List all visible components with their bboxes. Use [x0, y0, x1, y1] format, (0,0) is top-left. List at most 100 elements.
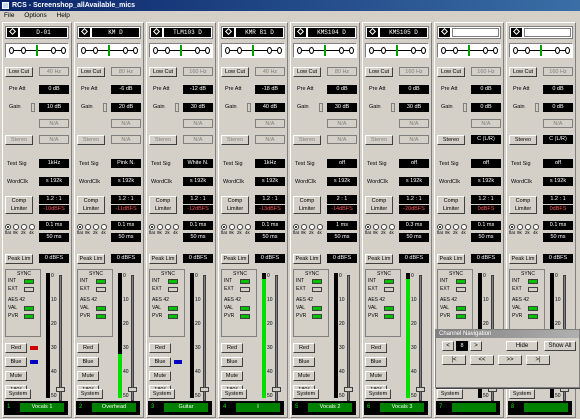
peak-lim-button[interactable]: Peak Lim [293, 254, 321, 264]
filter-radio-group[interactable]: flat 9k 2k 4k [77, 224, 139, 236]
polar-pattern-slider[interactable] [437, 43, 501, 58]
gain-stepper[interactable] [247, 103, 251, 112]
fader-knob[interactable] [128, 387, 137, 392]
gain-stepper[interactable] [319, 103, 323, 112]
stereo-button[interactable]: Stereo [365, 135, 393, 145]
test-sig-value[interactable]: off [471, 159, 501, 168]
test-sig-value[interactable]: Pink N. [111, 159, 141, 168]
test-sig-value[interactable]: 1kHz [255, 159, 285, 168]
gain-stepper[interactable] [175, 103, 179, 112]
blue-button[interactable]: Blue [5, 357, 27, 367]
word-clk-value[interactable]: s 192k [255, 177, 285, 186]
fader-knob[interactable] [56, 387, 65, 392]
system-button[interactable]: System [221, 389, 247, 399]
nav-page-field[interactable]: 8 [456, 341, 468, 351]
nav-prev-button[interactable]: < [442, 341, 454, 351]
filter-radio-group[interactable]: flat 9k 2k 4k [221, 224, 283, 236]
low-cut-button[interactable]: Low Cut [365, 67, 393, 77]
fader-track[interactable] [59, 275, 62, 401]
polar-pattern-slider[interactable] [149, 43, 213, 58]
test-sig-value[interactable]: off [543, 159, 573, 168]
mute-button[interactable]: Mute [365, 371, 387, 381]
mute-button[interactable]: Mute [149, 371, 171, 381]
word-clk-value[interactable]: s 192k [399, 177, 429, 186]
system-button[interactable]: System [149, 389, 175, 399]
blue-button[interactable]: Blue [77, 357, 99, 367]
stereo-button[interactable]: Stereo [5, 135, 33, 145]
word-clk-value[interactable]: s 192k [111, 177, 141, 186]
nav-back-button[interactable]: << [470, 355, 494, 365]
fader-knob[interactable] [344, 387, 353, 392]
peak-lim-button[interactable]: Peak Lim [77, 254, 105, 264]
nav-next-button[interactable]: > [470, 341, 482, 351]
slider-handle[interactable] [252, 45, 254, 56]
fader-track[interactable] [419, 275, 422, 401]
fader-track[interactable] [203, 275, 206, 401]
low-cut-button[interactable]: Low Cut [293, 67, 321, 77]
low-cut-button[interactable]: Low Cut [437, 67, 465, 77]
polar-pattern-slider[interactable] [365, 43, 429, 58]
slider-handle[interactable] [108, 45, 110, 56]
slider-handle[interactable] [36, 45, 38, 56]
peak-lim-button[interactable]: Peak Lim [437, 254, 465, 264]
red-button[interactable]: Red [365, 343, 387, 353]
system-button[interactable]: System [5, 389, 31, 399]
peak-lim-button[interactable]: Peak Lim [365, 254, 393, 264]
polar-pattern-slider[interactable] [221, 43, 285, 58]
comp-limiter-button[interactable]: Comp Limiter [149, 196, 177, 214]
slider-handle[interactable] [180, 45, 182, 56]
peak-lim-button[interactable]: Peak Lim [5, 254, 33, 264]
nav-last-button[interactable]: >| [526, 355, 550, 365]
low-cut-button[interactable]: Low Cut [77, 67, 105, 77]
filter-radio-group[interactable]: flat 9k 2k 4k [149, 224, 211, 236]
word-clk-value[interactable]: s 192k [183, 177, 213, 186]
stereo-button[interactable]: Stereo [437, 135, 465, 145]
filter-radio-group[interactable]: flat 9k 2k 4k [5, 224, 67, 236]
test-sig-value[interactable]: White N. [183, 159, 213, 168]
stereo-button[interactable]: Stereo [293, 135, 321, 145]
nav-first-button[interactable]: |< [442, 355, 466, 365]
slider-handle[interactable] [396, 45, 398, 56]
mute-button[interactable]: Mute [77, 371, 99, 381]
comp-limiter-button[interactable]: Comp Limiter [5, 196, 33, 214]
peak-lim-button[interactable]: Peak Lim [221, 254, 249, 264]
fader-track[interactable] [131, 275, 134, 401]
mute-button[interactable]: Mute [293, 371, 315, 381]
menu-help[interactable]: Help [57, 12, 70, 19]
fader-knob[interactable] [416, 387, 425, 392]
word-clk-value[interactable]: s 192k [471, 177, 501, 186]
nav-hide-button[interactable]: Hide [506, 341, 538, 351]
test-sig-value[interactable]: off [327, 159, 357, 168]
blue-button[interactable]: Blue [149, 357, 171, 367]
gain-stepper[interactable] [103, 103, 107, 112]
slider-handle[interactable] [324, 45, 326, 56]
polar-pattern-slider[interactable] [5, 43, 69, 58]
stereo-button[interactable]: Stereo [77, 135, 105, 145]
fader-knob[interactable] [272, 387, 281, 392]
red-button[interactable]: Red [5, 343, 27, 353]
peak-lim-button[interactable]: Peak Lim [509, 254, 537, 264]
comp-limiter-button[interactable]: Comp Limiter [221, 196, 249, 214]
comp-limiter-button[interactable]: Comp Limiter [77, 196, 105, 214]
system-button[interactable]: System [509, 389, 535, 399]
fader-track[interactable] [275, 275, 278, 401]
filter-radio-group[interactable]: flat 9k 2k 4k [509, 224, 571, 236]
stereo-button[interactable]: Stereo [221, 135, 249, 145]
fader-track[interactable] [347, 275, 350, 401]
blue-button[interactable]: Blue [293, 357, 315, 367]
mute-button[interactable]: Mute [221, 371, 243, 381]
gain-stepper[interactable] [463, 103, 467, 112]
slider-handle[interactable] [540, 45, 542, 56]
system-button[interactable]: System [77, 389, 103, 399]
blue-button[interactable]: Blue [365, 357, 387, 367]
filter-radio-group[interactable]: flat 9k 2k 4k [437, 224, 499, 236]
gain-stepper[interactable] [391, 103, 395, 112]
comp-limiter-button[interactable]: Comp Limiter [509, 196, 537, 214]
gain-stepper[interactable] [31, 103, 35, 112]
red-button[interactable]: Red [77, 343, 99, 353]
comp-limiter-button[interactable]: Comp Limiter [293, 196, 321, 214]
menu-options[interactable]: Options [24, 12, 46, 19]
mute-button[interactable]: Mute [5, 371, 27, 381]
system-button[interactable]: System [365, 389, 391, 399]
nav-show-all-button[interactable]: Show All [544, 341, 576, 351]
